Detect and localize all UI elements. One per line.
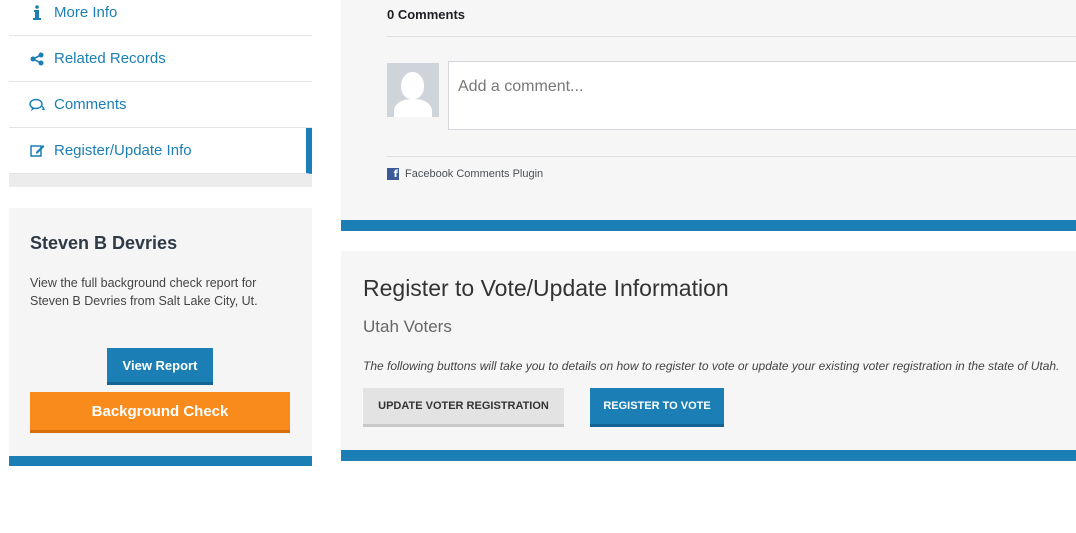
sidebar-item-label: Related Records	[54, 50, 166, 67]
facebook-icon: f	[387, 168, 399, 180]
facebook-plugin-label: Facebook Comments Plugin	[405, 168, 544, 180]
card-accent-bar	[9, 456, 312, 466]
sidebar-item-label: Comments	[54, 96, 127, 113]
sidebar-item-more-info[interactable]: More Info	[9, 0, 312, 36]
sidebar-item-label: More Info	[54, 4, 118, 21]
profile-name: Steven B Devries	[30, 233, 178, 253]
facebook-plugin-link[interactable]: f Facebook Comments Plugin	[387, 168, 543, 180]
profile-description: View the full background check report fo…	[30, 276, 258, 308]
sidebar-item-register-update[interactable]: Register/Update Info	[9, 128, 312, 174]
divider	[387, 36, 1076, 37]
sidebar-nav: More Info Related Records Comments Regis…	[9, 0, 312, 187]
sidebar-item-related-records[interactable]: Related Records	[9, 36, 312, 82]
register-subtitle: Utah Voters	[363, 317, 452, 336]
comment-input[interactable]: Add a comment...	[448, 61, 1076, 130]
sidebar-item-label: Register/Update Info	[54, 142, 192, 159]
info-icon	[29, 5, 45, 21]
background-check-button[interactable]: Background Check	[30, 392, 290, 433]
register-panel: Register to Vote/Update Information Utah…	[341, 251, 1076, 461]
register-description: The following buttons will take you to d…	[363, 359, 1060, 373]
register-to-vote-button[interactable]: REGISTER TO VOTE	[590, 388, 724, 427]
panel-accent-bar	[341, 450, 1076, 461]
profile-card: Steven B Devries View the full backgroun…	[9, 208, 312, 466]
comment-count: 0 Comments	[387, 7, 466, 22]
avatar	[387, 63, 439, 117]
sidebar-item-comments[interactable]: Comments	[9, 82, 312, 128]
register-title: Register to Vote/Update Information	[363, 275, 729, 301]
facebook-comments-widget: 0 Comments Add a comment... f Facebook C…	[387, 0, 1076, 220]
comments-icon	[29, 97, 45, 113]
divider	[387, 156, 1076, 157]
share-icon	[29, 51, 45, 67]
view-report-button[interactable]: View Report	[107, 348, 213, 385]
edit-icon	[29, 143, 45, 159]
panel-accent-bar	[341, 220, 1076, 231]
comments-panel: 0 Comments Add a comment... f Facebook C…	[341, 0, 1076, 231]
update-voter-registration-button[interactable]: UPDATE VOTER REGISTRATION	[363, 388, 564, 427]
